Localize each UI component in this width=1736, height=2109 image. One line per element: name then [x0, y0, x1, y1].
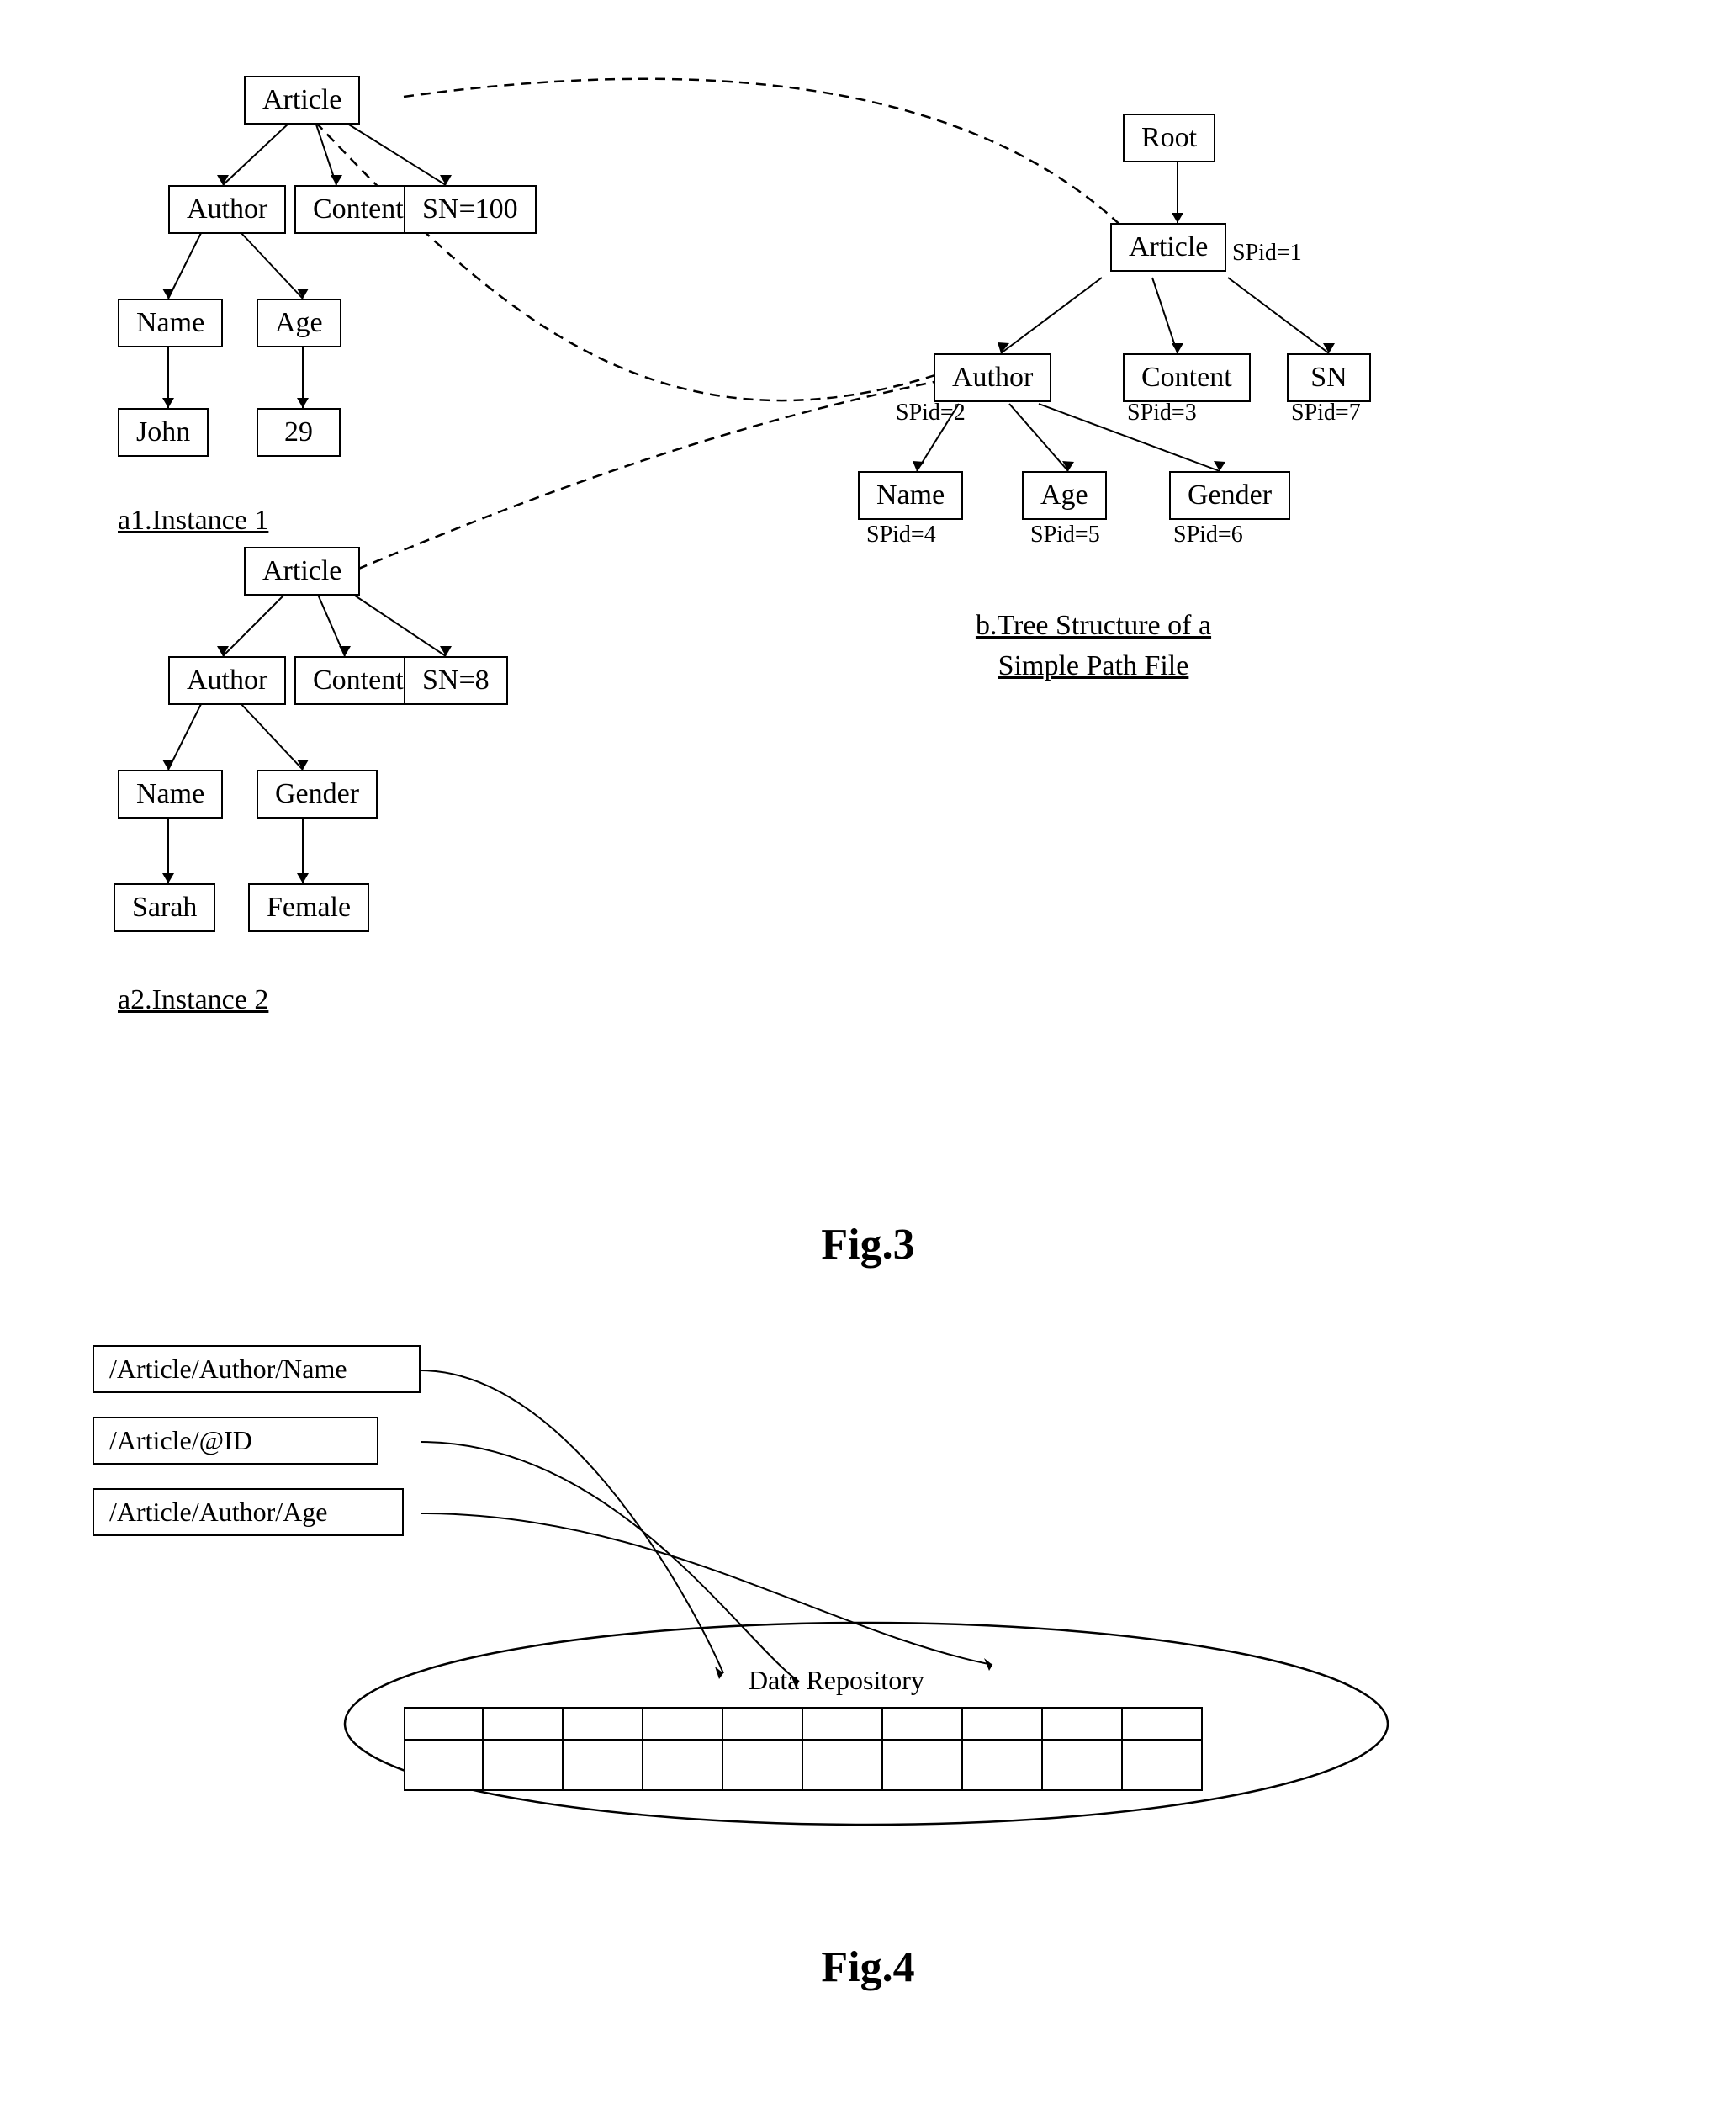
path-box-1: /Article/Author/Name	[93, 1345, 421, 1393]
node-29: 29	[257, 408, 341, 457]
spid5-label: SPid=5	[1030, 522, 1100, 548]
node-author1: Author	[168, 185, 286, 234]
page: Article Author Content SN=100 Name Age J…	[0, 0, 1736, 2093]
cell-row-1	[404, 1707, 484, 1741]
node-author-right: Author	[934, 353, 1051, 402]
spid1-label: SPid=1	[1232, 240, 1302, 267]
cell-row-8	[963, 1707, 1043, 1741]
cell-row-9	[1043, 1707, 1123, 1741]
node-age-right: Age	[1022, 471, 1107, 520]
node-age1: Age	[257, 299, 341, 347]
node-name2: Name	[118, 770, 223, 819]
node-sn-right: SN	[1287, 353, 1371, 402]
instance2-label: a2.Instance 2	[118, 984, 268, 1016]
node-name1: Name	[118, 299, 223, 347]
node-female: Female	[248, 883, 369, 932]
node-john: John	[118, 408, 209, 457]
node-content1: Content	[294, 185, 422, 234]
cell-row-10	[1123, 1707, 1203, 1741]
node-author2: Author	[168, 656, 286, 705]
node-content-right: Content	[1123, 353, 1251, 402]
spid6-label: SPid=6	[1173, 522, 1243, 548]
instance1-label: a1.Instance 1	[118, 505, 268, 537]
fig4-caption: Fig.4	[67, 1942, 1669, 1992]
tree-structure-label: b.Tree Structure of a Simple Path File	[950, 606, 1236, 686]
node-sn100: SN=100	[404, 185, 537, 234]
spid7-label: SPid=7	[1291, 400, 1361, 427]
node-article-right: Article	[1110, 223, 1226, 272]
node-article2: Article	[244, 547, 360, 596]
path-box-2: /Article/@ID	[93, 1417, 378, 1465]
fig4-arrows	[67, 1320, 1669, 1909]
cell-row-2	[484, 1707, 564, 1741]
fig3-caption: Fig.3	[67, 1220, 1669, 1269]
spid3-label: SPid=3	[1127, 400, 1197, 427]
fig4-diagram: /Article/Author/Name /Article/@ID /Artic…	[67, 1320, 1669, 1909]
node-content2: Content	[294, 656, 422, 705]
cell-row-6	[803, 1707, 883, 1741]
repo-label: Data Repository	[749, 1665, 924, 1696]
path-box-3: /Article/Author/Age	[93, 1488, 404, 1536]
cell-row-4	[643, 1707, 723, 1741]
fig3-diagram: Article Author Content SN=100 Name Age J…	[67, 50, 1669, 1186]
node-sn8: SN=8	[404, 656, 508, 705]
node-article1: Article	[244, 76, 360, 125]
cell-row-3	[564, 1707, 643, 1741]
cell-row-7	[883, 1707, 963, 1741]
spid4-label: SPid=4	[866, 522, 936, 548]
node-sarah: Sarah	[114, 883, 215, 932]
spid2-label: SPid=2	[896, 400, 966, 427]
node-gender2: Gender	[257, 770, 378, 819]
cell-row-5	[723, 1707, 803, 1741]
node-name-right: Name	[858, 471, 963, 520]
node-gender-right: Gender	[1169, 471, 1290, 520]
node-root: Root	[1123, 114, 1215, 162]
